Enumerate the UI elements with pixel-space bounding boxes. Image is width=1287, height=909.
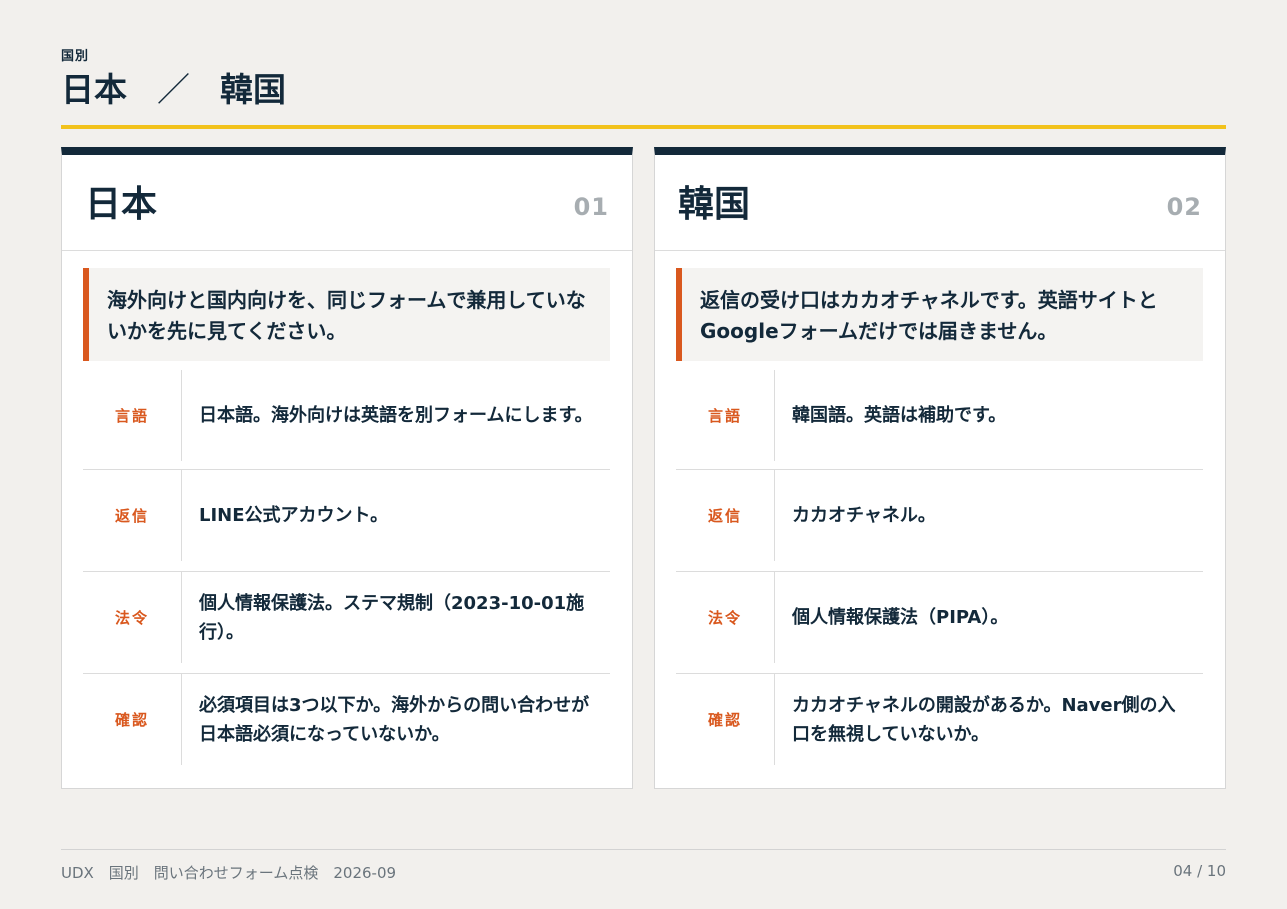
row-divider bbox=[774, 572, 775, 663]
card-detail-list: 言語 日本語。海外向けは英語を別フォームにします。 返信 LINE公式アカウント… bbox=[83, 368, 610, 776]
row-divider bbox=[181, 572, 182, 663]
detail-label: 法令 bbox=[114, 609, 149, 627]
detail-label: 言語 bbox=[114, 407, 149, 425]
card-number: 01 bbox=[573, 193, 609, 221]
title-underline bbox=[61, 125, 1226, 129]
detail-row-reply: 返信 LINE公式アカウント。 bbox=[83, 470, 610, 572]
row-divider bbox=[181, 674, 182, 765]
detail-value: カカオチャネル。 bbox=[792, 505, 936, 526]
detail-label: 確認 bbox=[114, 711, 149, 729]
detail-label: 返信 bbox=[114, 507, 149, 525]
page-title-right: 韓国 bbox=[220, 70, 286, 109]
card-title: 韓国 bbox=[678, 184, 751, 225]
card-number: 02 bbox=[1166, 193, 1202, 221]
detail-value: 個人情報保護法（PIPA）。 bbox=[792, 607, 1009, 628]
footer-divider bbox=[61, 849, 1226, 850]
detail-row-reply: 返信 カカオチャネル。 bbox=[676, 470, 1203, 572]
card-callout: 返信の受け口はカカオチャネルです。英語サイトとGoogleフォームだけでは届きま… bbox=[676, 268, 1203, 361]
row-divider bbox=[774, 674, 775, 765]
section-kicker: 国別 bbox=[61, 49, 90, 64]
detail-label: 返信 bbox=[707, 507, 742, 525]
detail-row-check: 確認 必須項目は3つ以下か。海外からの問い合わせが日本語必須になっていないか。 bbox=[83, 674, 610, 776]
row-divider bbox=[774, 370, 775, 461]
page-title: 日本 ／ 韓国 bbox=[61, 70, 286, 110]
detail-row-law: 法令 個人情報保護法。ステマ規制（2023-10-01施行）。 bbox=[83, 572, 610, 674]
country-card-japan: 日本 01 海外向けと国内向けを、同じフォームで兼用していないかを先に見てくださ… bbox=[61, 147, 633, 789]
detail-label: 法令 bbox=[707, 609, 742, 627]
detail-row-language: 言語 日本語。海外向けは英語を別フォームにします。 bbox=[83, 368, 610, 470]
detail-value: 韓国語。英語は補助です。 bbox=[792, 405, 1007, 426]
row-divider bbox=[181, 470, 182, 561]
detail-row-language: 言語 韓国語。英語は補助です。 bbox=[676, 368, 1203, 470]
page-number: 04 / 10 bbox=[1173, 862, 1226, 880]
card-detail-list: 言語 韓国語。英語は補助です。 返信 カカオチャネル。 法令 個人情報保護法（P… bbox=[676, 368, 1203, 776]
card-title: 日本 bbox=[85, 184, 158, 225]
detail-value: LINE公式アカウント。 bbox=[199, 505, 389, 526]
page-title-separator: ／ bbox=[157, 70, 190, 109]
detail-value: 必須項目は3つ以下か。海外からの問い合わせが日本語必須になっていないか。 bbox=[199, 694, 590, 745]
detail-label: 言語 bbox=[707, 407, 742, 425]
detail-value: 日本語。海外向けは英語を別フォームにします。 bbox=[199, 405, 593, 426]
card-header: 韓国 02 bbox=[655, 155, 1225, 251]
detail-value: 個人情報保護法。ステマ規制（2023-10-01施行）。 bbox=[199, 592, 585, 643]
detail-row-check: 確認 カカオチャネルの開設があるか。Naver側の入口を無視していないか。 bbox=[676, 674, 1203, 776]
row-divider bbox=[774, 470, 775, 561]
footer-caption: UDX 国別 問い合わせフォーム点検 2026-09 bbox=[61, 864, 397, 882]
detail-label: 確認 bbox=[707, 711, 742, 729]
card-callout: 海外向けと国内向けを、同じフォームで兼用していないかを先に見てください。 bbox=[83, 268, 610, 361]
card-header: 日本 01 bbox=[62, 155, 632, 251]
slide-page: 国別 日本 ／ 韓国 日本 01 海外向けと国内向けを、同じフォームで兼用していない… bbox=[0, 0, 1287, 909]
country-card-korea: 韓国 02 返信の受け口はカカオチャネルです。英語サイトとGoogleフォームだ… bbox=[654, 147, 1226, 789]
detail-value: カカオチャネルの開設があるか。Naver側の入口を無視していないか。 bbox=[792, 694, 1176, 745]
page-title-left: 日本 bbox=[61, 70, 127, 109]
detail-row-law: 法令 個人情報保護法（PIPA）。 bbox=[676, 572, 1203, 674]
row-divider bbox=[181, 370, 182, 461]
